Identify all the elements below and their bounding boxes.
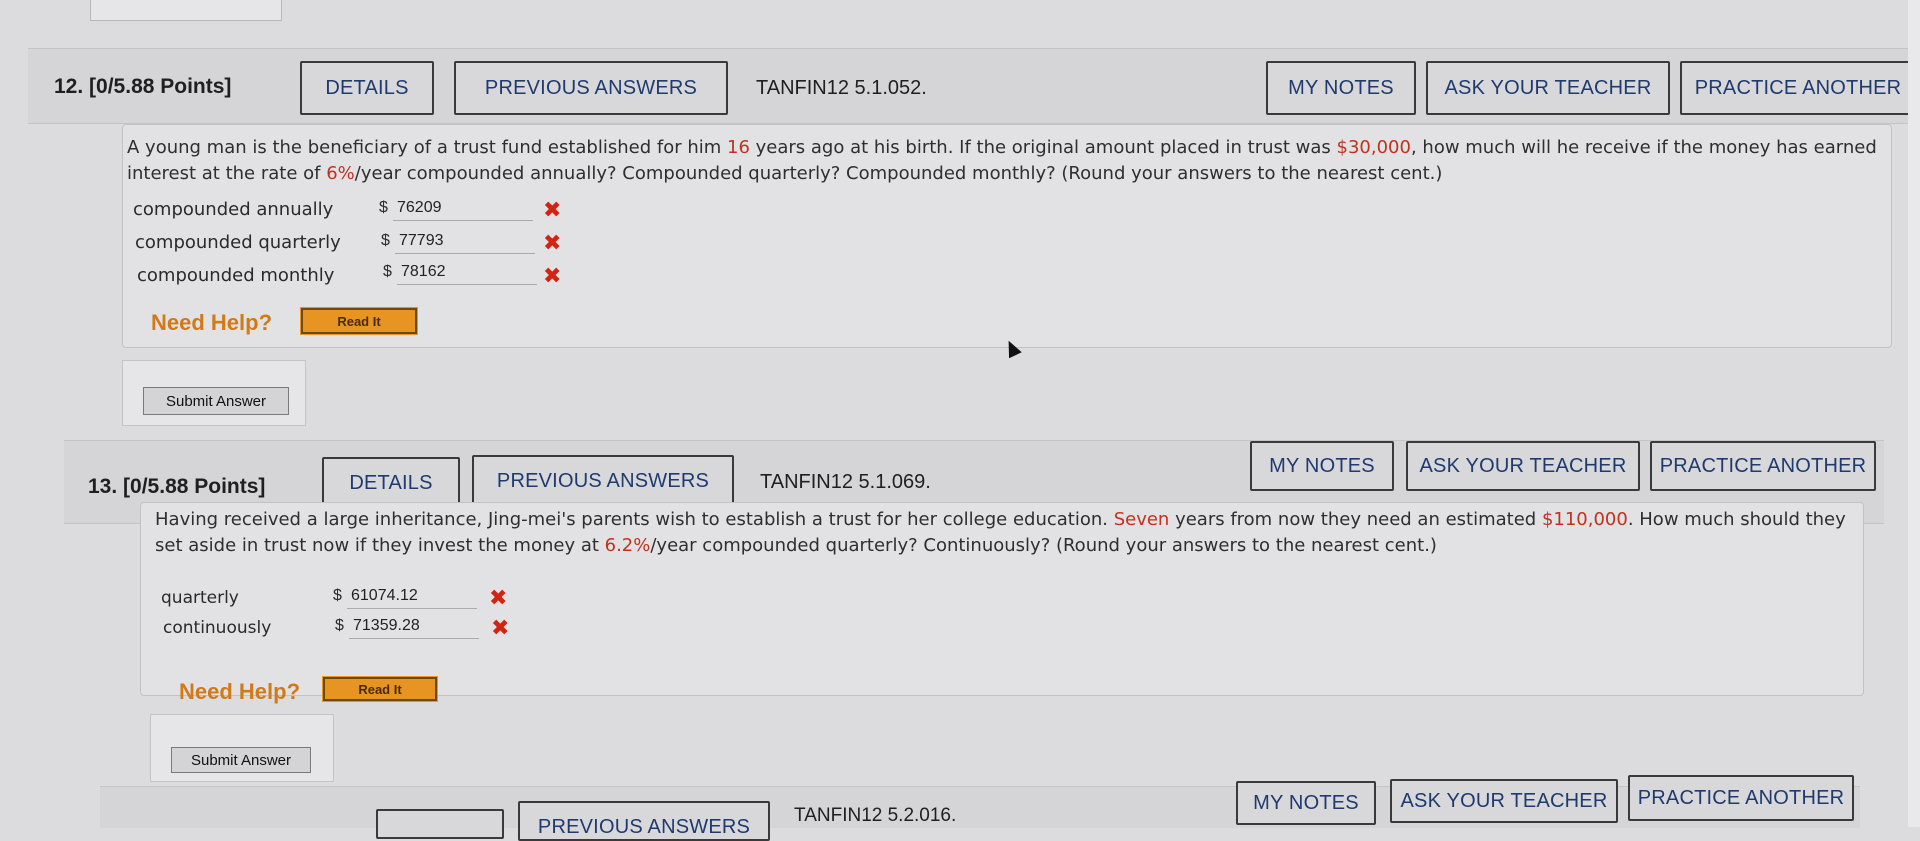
ask-teacher-button-12[interactable]: ASK YOUR TEACHER — [1426, 61, 1670, 115]
previous-answers-button-14[interactable]: PREVIOUS ANSWERS — [518, 801, 770, 841]
question-13-number: 13. [0/5.88 Points] — [88, 475, 266, 498]
previous-answers-button-13[interactable]: PREVIOUS ANSWERS — [472, 455, 734, 507]
practice-another-button-13[interactable]: PRACTICE ANOTHER — [1650, 441, 1876, 491]
ask-teacher-button-13[interactable]: ASK YOUR TEACHER — [1406, 441, 1640, 491]
question-13-body: Having received a large inheritance, Jin… — [140, 502, 1864, 704]
currency-symbol: $ — [383, 263, 392, 280]
submit-area-13: Submit Answer — [150, 714, 334, 782]
answer-input-continuously-13[interactable]: 71359.28 — [349, 615, 479, 639]
question-12-number: 12. [0/5.88 Points] — [54, 75, 232, 98]
previous-answers-button-12[interactable]: PREVIOUS ANSWERS — [454, 61, 728, 115]
x-mark-icon: ✖ — [543, 230, 562, 255]
need-help-label-13: Need Help? — [179, 679, 301, 704]
submit-area-12: Submit Answer — [122, 360, 306, 426]
answer-label-quarterly: compounded quarterly — [135, 232, 341, 253]
x-mark-icon: ✖ — [543, 263, 562, 288]
currency-symbol: $ — [333, 587, 342, 604]
question-13-code: TANFIN12 5.1.069. — [760, 471, 931, 493]
details-button-14[interactable] — [376, 809, 504, 839]
answer-input-quarterly-13[interactable]: 61074.12 — [347, 585, 477, 609]
question-12-header: 12. [0/5.88 Points] DETAILS PREVIOUS ANS… — [28, 48, 1920, 124]
read-it-button-12[interactable]: Read It — [300, 307, 418, 335]
details-button-12[interactable]: DETAILS — [300, 61, 434, 115]
question-12-code: TANFIN12 5.1.052. — [756, 77, 927, 99]
read-it-button-13[interactable]: Read It — [322, 676, 438, 702]
answer-label-monthly: compounded monthly — [137, 265, 335, 286]
answer-input-monthly[interactable]: 78162 — [397, 261, 537, 285]
question-14-code: TANFIN12 5.2.016. — [794, 805, 957, 826]
previous-question-stub — [90, 0, 282, 21]
ask-teacher-button-14[interactable]: ASK YOUR TEACHER — [1390, 779, 1618, 823]
question-13-text: Having received a large inheritance, Jin… — [155, 509, 1846, 556]
need-help-label-12: Need Help? — [151, 310, 273, 335]
question-14-header: PREVIOUS ANSWERS TANFIN12 5.2.016. MY NO… — [100, 775, 1860, 841]
answer-label-quarterly-13: quarterly — [161, 588, 239, 608]
question-12-text: A young man is the beneficiary of a trus… — [127, 137, 1877, 184]
currency-symbol: $ — [381, 232, 390, 249]
practice-another-button-12[interactable]: PRACTICE ANOTHER — [1680, 61, 1916, 115]
submit-answer-button-13[interactable]: Submit Answer — [171, 747, 311, 773]
my-notes-button-12[interactable]: MY NOTES — [1266, 61, 1416, 115]
answer-label-continuously-13: continuously — [163, 618, 272, 638]
currency-symbol: $ — [379, 199, 388, 216]
answer-label-annually: compounded annually — [133, 199, 334, 220]
my-notes-button-14[interactable]: MY NOTES — [1236, 781, 1376, 825]
answer-input-quarterly[interactable]: 77793 — [395, 230, 535, 254]
currency-symbol: $ — [335, 617, 344, 634]
practice-another-button-14[interactable]: PRACTICE ANOTHER — [1628, 775, 1854, 821]
x-mark-icon: ✖ — [489, 585, 508, 610]
x-mark-icon: ✖ — [543, 197, 562, 222]
submit-answer-button-12[interactable]: Submit Answer — [143, 387, 289, 415]
window-edge — [1908, 0, 1920, 827]
my-notes-button-13[interactable]: MY NOTES — [1250, 441, 1394, 491]
x-mark-icon: ✖ — [491, 615, 510, 640]
question-12-body: A young man is the beneficiary of a trus… — [122, 124, 1892, 348]
answer-input-annually[interactable]: 76209 — [393, 197, 533, 221]
